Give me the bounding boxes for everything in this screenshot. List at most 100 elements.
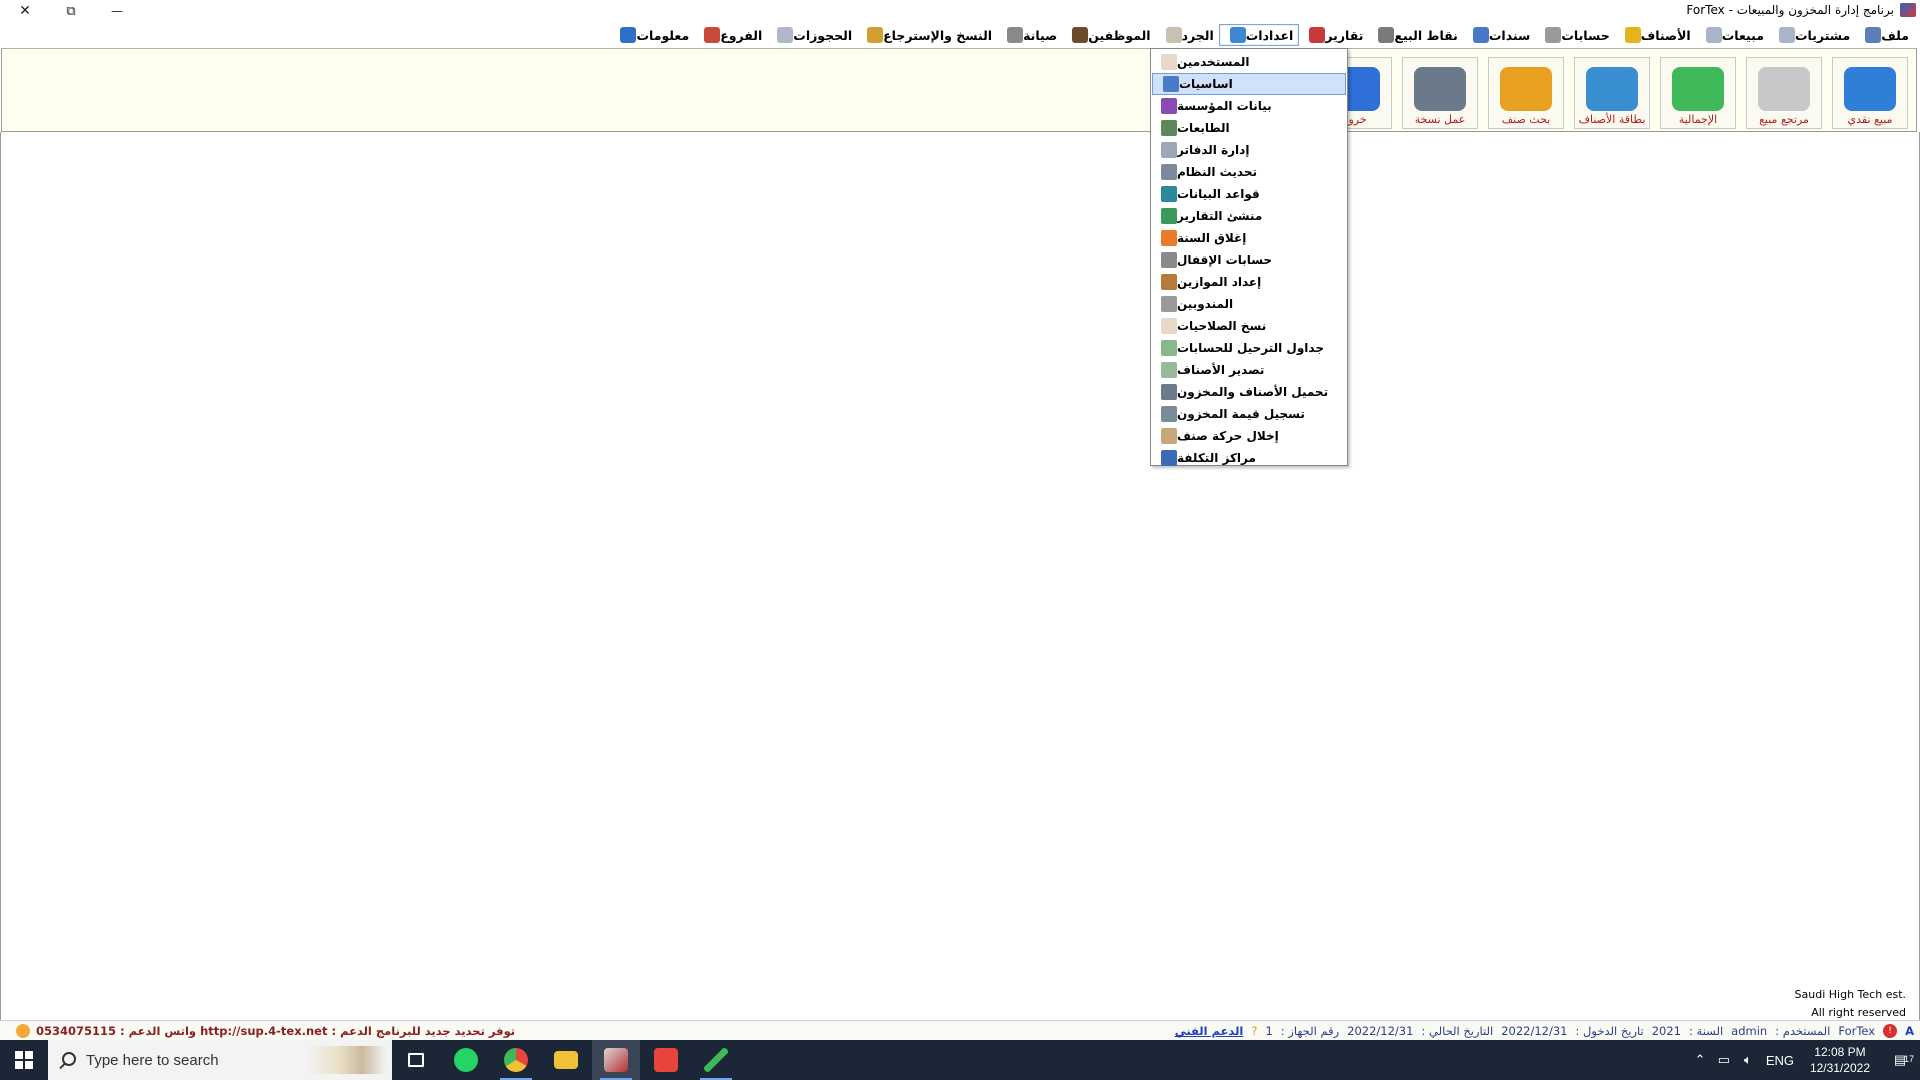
file-explorer-taskbar-button[interactable] [542,1040,590,1080]
menu-item-scales[interactable]: إعداد الموازين [1151,271,1347,293]
copy-permissions-icon [1161,318,1177,334]
menu-item-stock-value[interactable]: تسجيل قيمة المخزون [1151,403,1347,425]
backup-restore-icon [867,27,884,43]
current-date-value: 2022/12/31 [1347,1024,1414,1038]
reports-icon [1309,27,1326,43]
windows-logo-icon [15,1051,33,1069]
info-icon [620,27,637,43]
menu-purchases[interactable]: مشتريات [1769,24,1855,46]
cash-sale-icon [1844,67,1896,111]
menu-item-update[interactable]: تحديث النظام [1151,161,1347,183]
year-value: 2021 [1651,1024,1682,1038]
cash-sale-button[interactable]: مبيع نقدي [1832,57,1908,129]
taskbar-clock[interactable]: 12:08 PM 12/31/2022 [1810,1044,1870,1076]
settings-globe-icon [1229,27,1246,43]
menu-item-users[interactable]: المستخدمين [1151,51,1347,73]
company-data-icon [1161,98,1177,114]
system-tray: ⌃ ▭ 🔈︎ ENG 12:08 PM 12/31/2022 ▤ 17 [1688,1040,1920,1080]
main-workspace [0,132,1920,1020]
volume-icon[interactable]: 🔈︎ [1736,1052,1760,1068]
update-icon [1161,164,1177,180]
notifications-button[interactable]: ▤ 17 [1880,1052,1920,1068]
menu-item-company-data[interactable]: بيانات المؤسسة [1151,95,1347,117]
anydesk-taskbar-button[interactable] [642,1040,690,1080]
minimize-window-button[interactable]: — [94,0,140,22]
menu-item-load-items[interactable]: تحميل الأصناف والمخزون [1151,381,1347,403]
close-window-button[interactable]: ✕ [2,0,48,22]
network-icon[interactable]: ▭ [1712,1052,1736,1068]
menu-item-report-builder[interactable]: منشئ التقارير [1151,205,1347,227]
fortex-app-icon [604,1048,628,1072]
menu-settings[interactable]: اعدادات [1218,24,1300,46]
reservations-icon [777,27,794,43]
totals-button[interactable]: الإجمالية [1660,57,1736,129]
item-card-button[interactable]: بطاقة الأصناف [1574,57,1650,129]
chevron-up-icon[interactable]: ⌃ [1688,1052,1712,1068]
accounts-icon [1545,27,1562,43]
session-info: A ! ForTex المستخدم : admin السنة : 2021… [1174,1024,1914,1038]
search-highlight-image [306,1046,386,1074]
restore-window-button[interactable]: ⧉ [48,0,94,22]
windows-taskbar: Type here to search ⌃ ▭ 🔈︎ ENG 12:08 PM … [0,1040,1920,1080]
menu-item-books[interactable]: إدارة الدفاتر [1151,139,1347,161]
support-link[interactable]: الدعم الفني [1175,1024,1244,1038]
task-view-button[interactable] [392,1040,440,1080]
update-notice: توفر تحديد جديد للبرنامج الدعم : http://… [16,1024,515,1038]
menu-pos[interactable]: نقاط البيع [1368,24,1462,46]
menu-accounts[interactable]: حسابات [1535,24,1614,46]
settings-dropdown-menu: المستخدمين اساسيات بيانات المؤسسة الطابع… [1150,48,1348,466]
search-item-button[interactable]: بحث صنف [1488,57,1564,129]
purchases-icon [1778,27,1795,43]
menu-item-delegates[interactable]: المندوبين [1151,293,1347,315]
menu-item-export-items[interactable]: تصدير الأصناف [1151,359,1347,381]
make-backup-button[interactable]: عمل نسخة [1402,57,1478,129]
users-icon [1161,54,1177,70]
menu-item-database[interactable]: قواعد البيانات [1151,183,1347,205]
language-indicator[interactable]: ENG [1760,1053,1800,1068]
anydesk-icon [654,1048,678,1072]
branches-icon [704,27,721,43]
app-logo-icon [1900,3,1916,17]
menu-reservations[interactable]: الحجوزات [767,24,857,46]
menu-employees[interactable]: الموظفين [1062,24,1155,46]
taskbar-search-box[interactable]: Type here to search [48,1040,392,1080]
start-button[interactable] [0,1040,48,1080]
device-value: 1 [1265,1024,1273,1038]
menu-item-copy-permissions[interactable]: نسخ الصلاحيات [1151,315,1347,337]
menu-item-item-movement[interactable]: إخلال حركة صنف [1151,425,1347,447]
menu-item-cost-centers[interactable]: مراكز التكلفة [1151,447,1347,469]
menu-item-close-year[interactable]: إغلاق السنة [1151,227,1347,249]
status-letter-badge: A [1905,1024,1914,1038]
menu-file[interactable]: ملف [1855,24,1914,46]
menu-maintenance[interactable]: صيانة [997,24,1062,46]
items-icon [1624,27,1641,43]
menu-inventory[interactable]: الجرد [1156,24,1219,46]
fortex-taskbar-button[interactable] [592,1040,640,1080]
menu-item-posting-tables[interactable]: جداول الترحيل للحسابات [1151,337,1347,359]
inventory-icon [1165,27,1182,43]
item-card-icon [1586,67,1638,111]
item-movement-icon [1161,428,1177,444]
app-name: ForTex [1838,1024,1876,1038]
export-items-icon [1161,362,1177,378]
employees-icon [1072,27,1089,43]
printers-icon [1161,120,1177,136]
sales-return-button[interactable]: مرتجع مبيع [1746,57,1822,129]
books-icon [1161,142,1177,158]
quick-toolbar: مبيع نقدي مرتجع مبيع الإجمالية بطاقة الأ… [1,48,1917,132]
menu-info[interactable]: معلومات [610,24,694,46]
help-icon: ? [1251,1024,1258,1038]
chrome-taskbar-button[interactable] [492,1040,540,1080]
menu-vouchers[interactable]: سندات [1463,24,1535,46]
menu-item-basics[interactable]: اساسيات [1152,73,1346,95]
menu-reports[interactable]: تقارير [1299,24,1368,46]
menu-item-printers[interactable]: الطابعات [1151,117,1347,139]
whatsapp-taskbar-button[interactable] [442,1040,490,1080]
menu-sales[interactable]: مبيعات [1696,24,1769,46]
menu-items[interactable]: الأصناف [1615,24,1696,46]
pen-app-taskbar-button[interactable] [692,1040,740,1080]
posting-tables-icon [1161,340,1177,356]
menu-item-closing-accounts[interactable]: حسابات الإقفال [1151,249,1347,271]
menu-backup-restore[interactable]: النسخ والإسترجاع [857,24,997,46]
menu-branches[interactable]: الفروع [694,24,767,46]
